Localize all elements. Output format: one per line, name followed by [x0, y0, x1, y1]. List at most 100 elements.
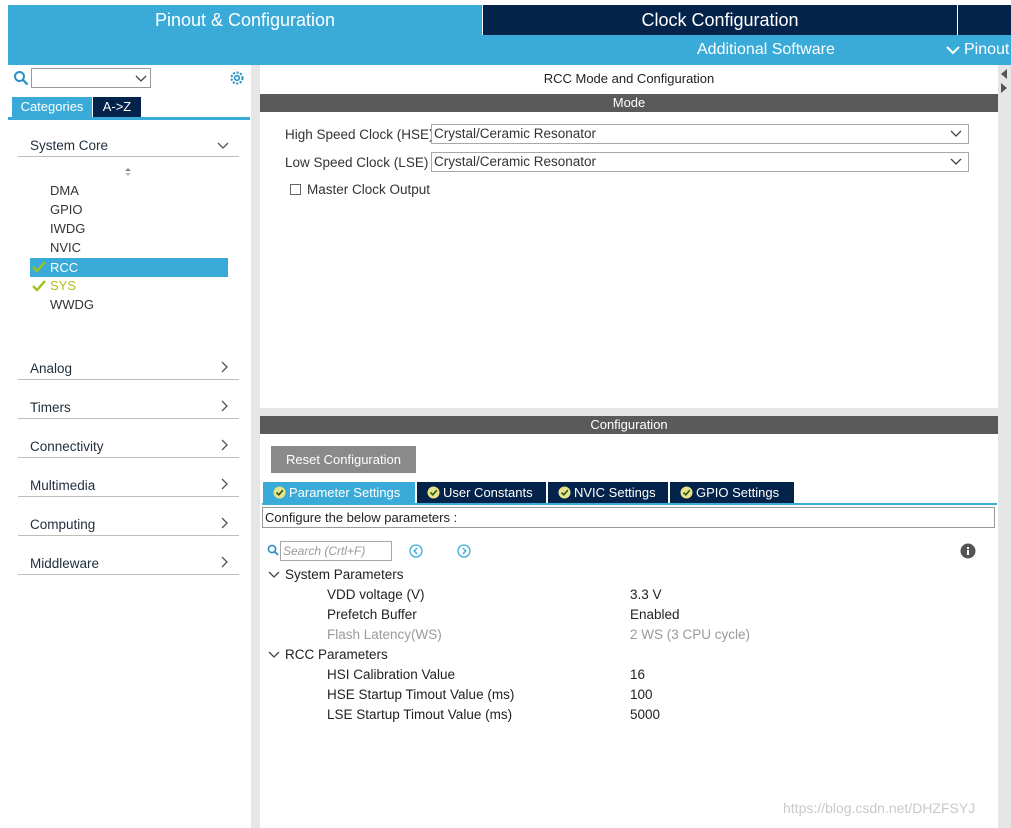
- group-analog[interactable]: Analog: [18, 355, 239, 380]
- chevron-down-icon[interactable]: [134, 71, 148, 85]
- chevron-right-icon: [221, 361, 228, 373]
- group-system-core[interactable]: System Core: [18, 132, 239, 157]
- configure-instructions: Configure the below parameters :: [262, 507, 995, 528]
- tab-categories[interactable]: Categories: [12, 97, 92, 117]
- group-computing[interactable]: Computing: [18, 511, 239, 536]
- tab-nvic-settings[interactable]: NVIC Settings: [548, 482, 668, 503]
- group-label: Middleware: [30, 556, 100, 571]
- lse-value: Crystal/Ceramic Resonator: [434, 154, 597, 169]
- tab-underline: [262, 503, 997, 505]
- group-label: Connectivity: [30, 439, 104, 454]
- tab-user-constants[interactable]: User Constants: [417, 482, 546, 503]
- group-label: Computing: [30, 517, 96, 532]
- next-result-icon[interactable]: [457, 544, 471, 558]
- param-lse-startup-timeout: LSE Startup Timout Value (ms): [327, 707, 513, 722]
- param-hse-startup-timeout: HSE Startup Timout Value (ms): [327, 687, 515, 702]
- tab-extra[interactable]: [958, 5, 1011, 35]
- hse-value: Crystal/Ceramic Resonator: [434, 126, 597, 141]
- hse-label: High Speed Clock (HSE): [285, 127, 434, 142]
- chevron-right-icon: [221, 439, 228, 451]
- rcc-parameters-group[interactable]: RCC Parameters: [285, 647, 388, 662]
- group-label: System Core: [30, 138, 109, 153]
- tab-label: GPIO Settings: [696, 485, 780, 500]
- group-multimedia[interactable]: Multimedia: [18, 472, 239, 497]
- panel-divider[interactable]: [260, 408, 998, 416]
- left-panel-scrollbar[interactable]: [251, 65, 260, 828]
- chevron-down-icon: [217, 142, 229, 149]
- param-vdd-voltage: VDD voltage (V): [327, 587, 425, 602]
- group-middleware[interactable]: Middleware: [18, 550, 239, 575]
- parameter-search-input[interactable]: Search (Crtl+F): [280, 541, 392, 561]
- chevron-right-icon: [221, 478, 228, 490]
- param-hsi-calibration: HSI Calibration Value: [327, 667, 456, 682]
- system-parameters-group[interactable]: System Parameters: [285, 567, 404, 582]
- check-icon: [32, 280, 46, 292]
- chevron-down-icon: [946, 46, 960, 55]
- peripheral-sys[interactable]: SYS: [50, 276, 76, 295]
- peripheral-iwdg[interactable]: IWDG: [50, 219, 85, 238]
- mode-title: RCC Mode and Configuration: [543, 71, 715, 86]
- lse-label: Low Speed Clock (LSE): [285, 155, 429, 170]
- additional-software-menu[interactable]: Additional Software: [697, 35, 835, 65]
- tab-gpio-settings[interactable]: GPIO Settings: [670, 482, 794, 503]
- chevron-right-icon: [221, 556, 228, 568]
- gear-icon[interactable]: [228, 69, 246, 87]
- param-prefetch-buffer: Prefetch Buffer: [327, 607, 417, 622]
- tab-clock-configuration[interactable]: Clock Configuration: [483, 5, 957, 35]
- previous-result-icon[interactable]: [409, 544, 423, 558]
- check-circle-icon: [273, 486, 286, 499]
- chevron-down-icon: [950, 158, 962, 165]
- chevron-down-icon[interactable]: [268, 650, 280, 660]
- scroll-up-icon[interactable]: [999, 67, 1009, 95]
- master-clock-output-label: Master Clock Output: [307, 182, 431, 197]
- check-circle-icon: [427, 486, 440, 499]
- master-clock-output-checkbox[interactable]: [290, 184, 301, 195]
- watermark: https://blog.csdn.net/DHZFSYJ: [783, 800, 976, 816]
- group-label: Analog: [30, 361, 73, 376]
- value-prefetch-buffer[interactable]: Enabled: [630, 607, 680, 622]
- search-icon[interactable]: [267, 544, 279, 556]
- group-connectivity[interactable]: Connectivity: [18, 433, 239, 458]
- peripheral-nvic[interactable]: NVIC: [50, 238, 81, 257]
- pinout-view-menu[interactable]: Pinout: [946, 35, 1009, 65]
- tab-label: NVIC Settings: [574, 485, 656, 500]
- check-icon: [32, 261, 46, 273]
- tab-underline: [8, 117, 250, 120]
- chevron-down-icon[interactable]: [268, 570, 280, 580]
- right-panel-scrollbar[interactable]: [998, 65, 1011, 828]
- search-icon[interactable]: [13, 70, 29, 86]
- search-combo-input[interactable]: [31, 68, 151, 88]
- configuration-section-header: Configuration: [260, 416, 998, 434]
- tab-label: User Constants: [443, 485, 533, 500]
- chevron-down-icon: [950, 130, 962, 137]
- lse-select[interactable]: Crystal/Ceramic Resonator: [431, 152, 969, 172]
- chevron-right-icon: [221, 400, 228, 412]
- pinout-view-label: Pinout: [964, 41, 1010, 58]
- tab-pinout-configuration[interactable]: Pinout & Configuration: [8, 5, 482, 35]
- value-flash-latency: 2 WS (3 CPU cycle): [630, 627, 751, 642]
- info-icon[interactable]: [960, 543, 976, 559]
- check-circle-icon: [680, 486, 693, 499]
- group-label: Timers: [30, 400, 71, 415]
- tab-a-to-z[interactable]: A->Z: [93, 97, 141, 117]
- value-lse-startup-timeout[interactable]: 5000: [630, 707, 660, 722]
- peripheral-rcc[interactable]: RCC: [50, 258, 78, 277]
- tab-parameter-settings[interactable]: Parameter Settings: [263, 482, 415, 503]
- sort-arrow-icon[interactable]: [122, 166, 134, 178]
- peripheral-gpio[interactable]: GPIO: [50, 200, 83, 219]
- group-label: Multimedia: [30, 478, 96, 493]
- mode-section-header: Mode: [260, 94, 998, 112]
- value-vdd-voltage[interactable]: 3.3 V: [630, 587, 662, 602]
- peripheral-dma[interactable]: DMA: [50, 181, 79, 200]
- chevron-right-icon: [221, 517, 228, 529]
- value-hse-startup-timeout[interactable]: 100: [630, 687, 653, 702]
- peripheral-wwdg[interactable]: WWDG: [50, 295, 94, 314]
- sub-bar: [8, 35, 1011, 65]
- reset-configuration-button[interactable]: Reset Configuration: [271, 446, 416, 473]
- check-circle-icon: [558, 486, 571, 499]
- tab-label: Parameter Settings: [289, 485, 401, 500]
- group-timers[interactable]: Timers: [18, 394, 239, 419]
- hse-select[interactable]: Crystal/Ceramic Resonator: [431, 124, 969, 144]
- value-hsi-calibration[interactable]: 16: [630, 667, 645, 682]
- param-flash-latency: Flash Latency(WS): [327, 627, 442, 642]
